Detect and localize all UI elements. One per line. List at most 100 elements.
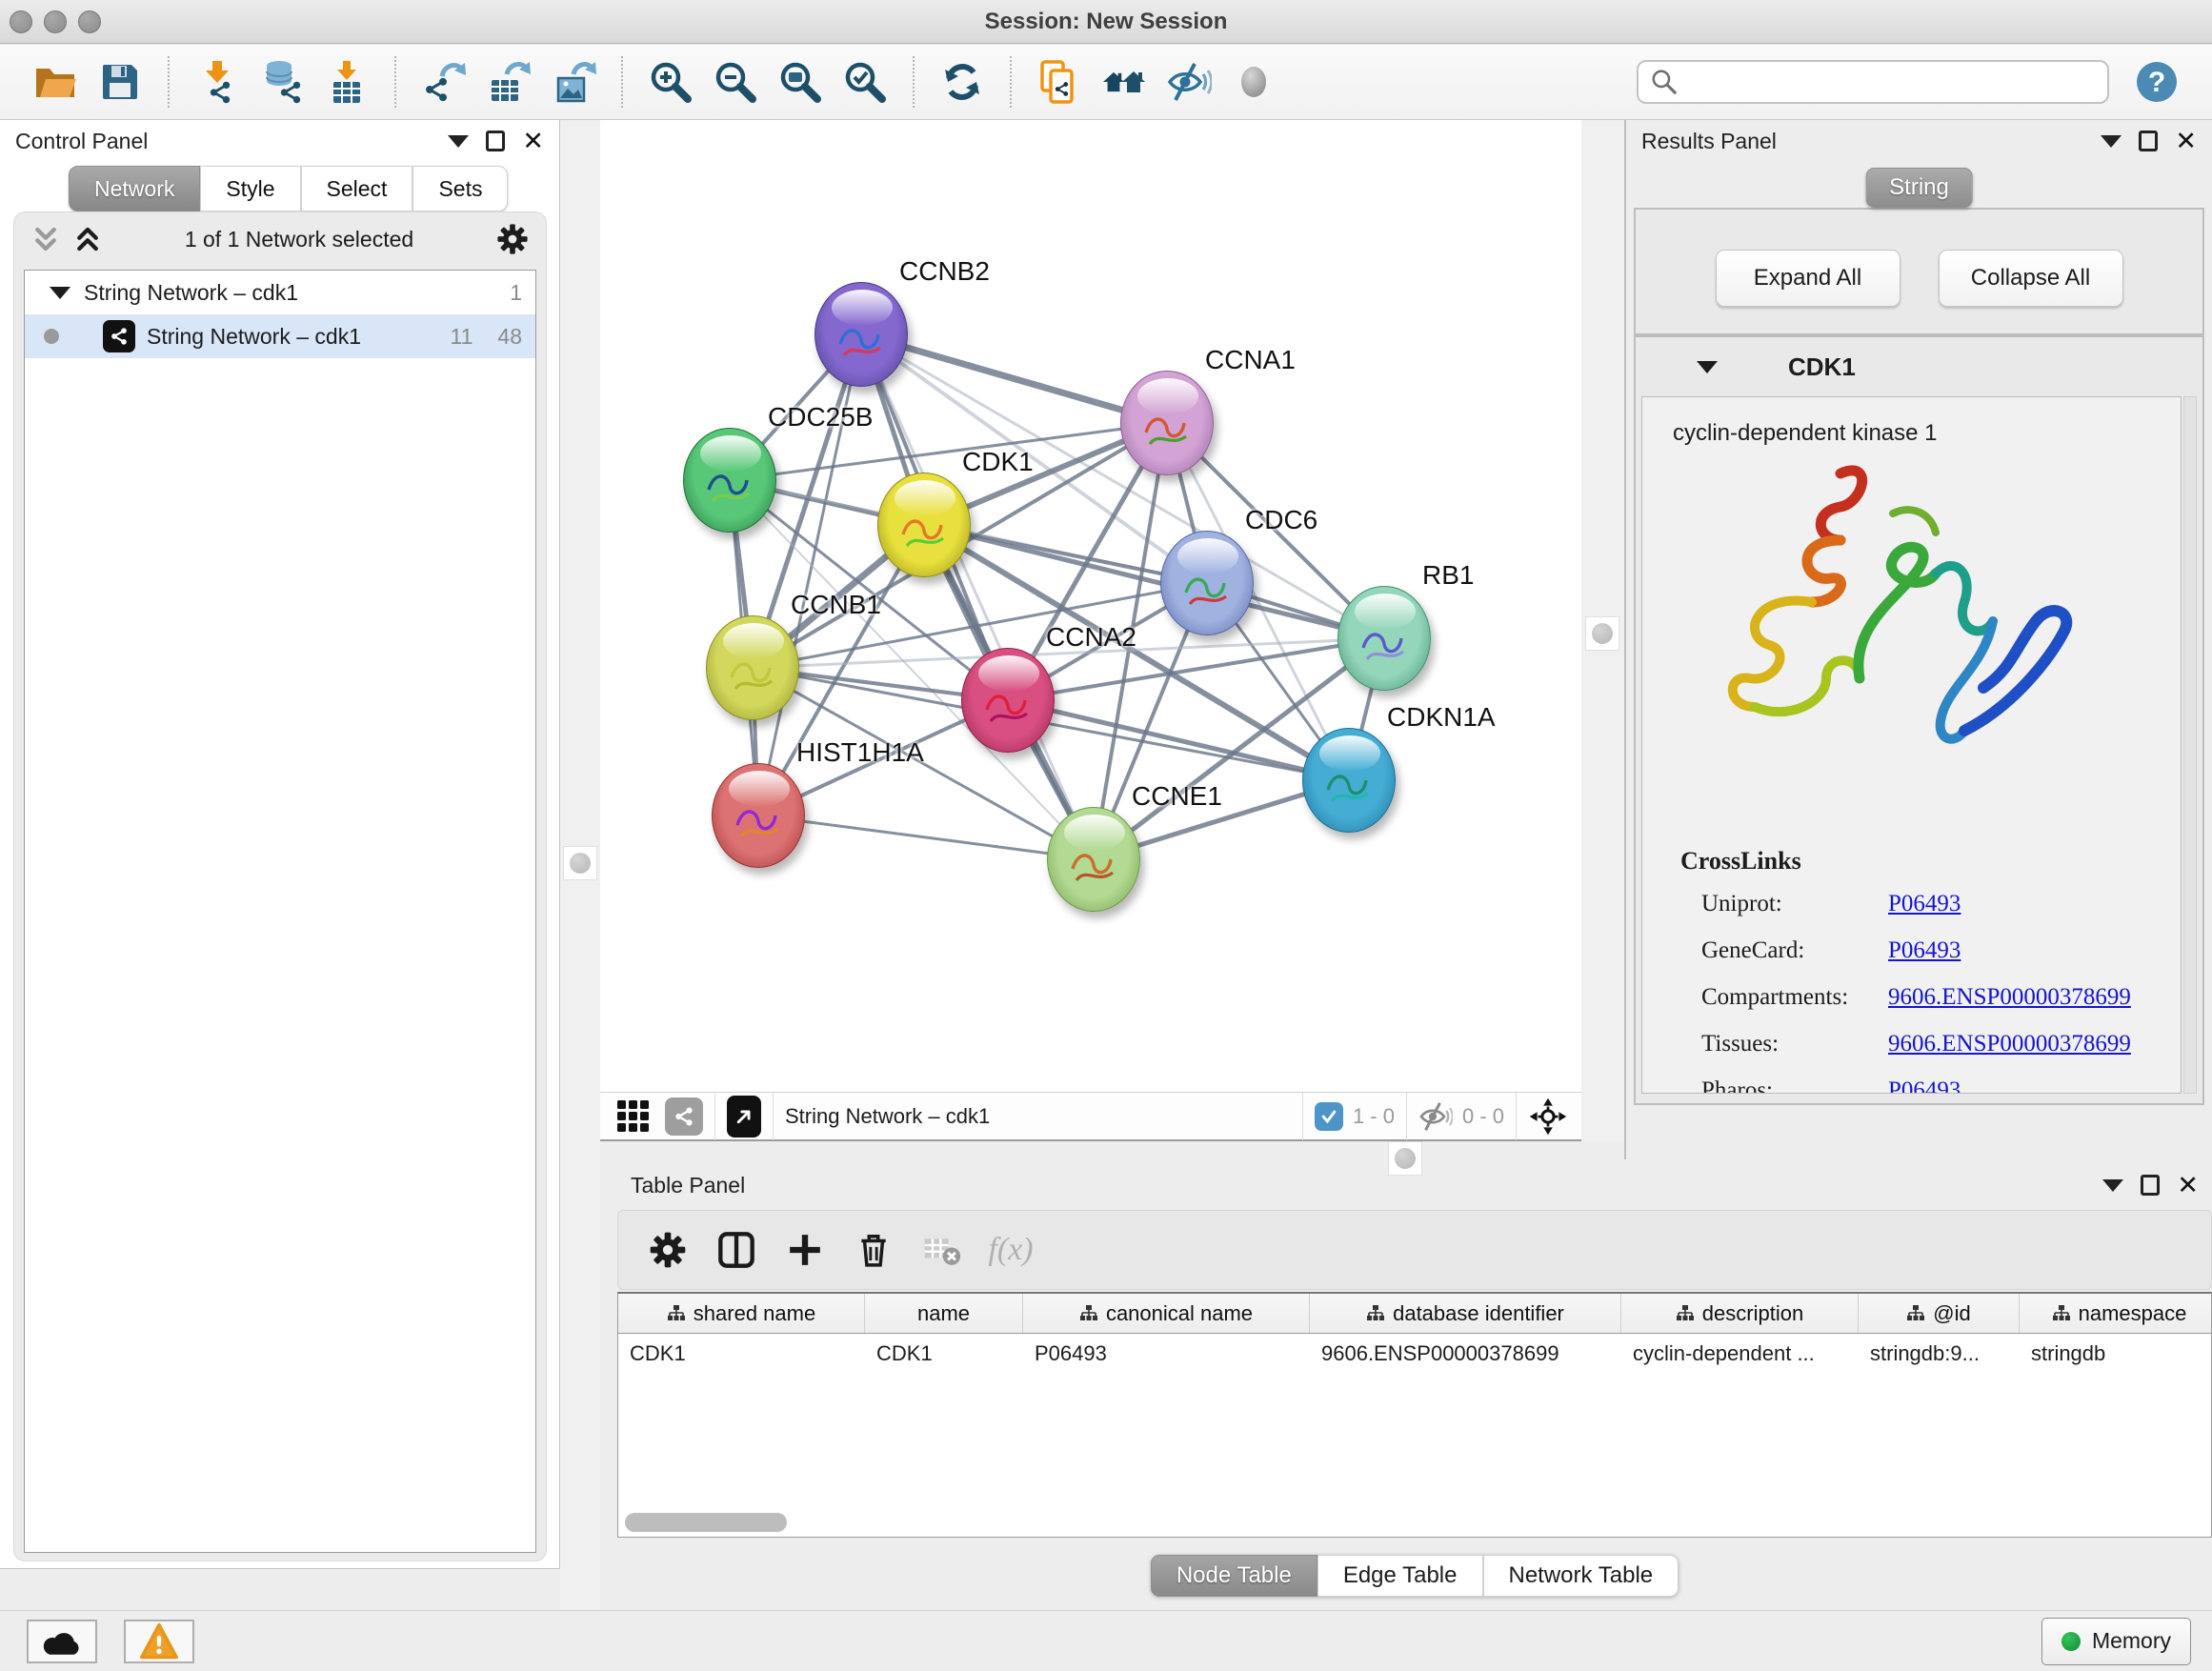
zoom-out-icon[interactable] <box>711 57 760 107</box>
column-header-canonical-name[interactable]: canonical name <box>1023 1294 1310 1333</box>
crosslink-link[interactable]: P06493 <box>1888 937 1961 964</box>
import-table-icon[interactable] <box>322 57 372 107</box>
panel-close-icon[interactable]: ✕ <box>522 129 544 154</box>
expand-all-button[interactable]: Expand All <box>1716 250 1900 307</box>
search-box[interactable] <box>1637 60 2109 104</box>
copy-pages-icon[interactable] <box>1035 57 1084 107</box>
selected-checkbox[interactable] <box>1315 1102 1343 1131</box>
zoom-selected-icon[interactable] <box>840 57 890 107</box>
column-tree-icon <box>1906 1304 1925 1323</box>
panel-float-icon[interactable] <box>486 131 505 151</box>
tab-edge-table[interactable]: Edge Table <box>1317 1555 1483 1597</box>
network-collection-row[interactable]: String Network – cdk1 1 <box>25 271 535 314</box>
help-icon[interactable]: ? <box>2132 57 2182 107</box>
table-row[interactable]: CDK1CDK1P064939606.ENSP00000378699cyclin… <box>618 1334 2211 1374</box>
results-scrollbar[interactable] <box>2183 396 2197 1094</box>
hide-eye-icon[interactable] <box>1164 57 1214 107</box>
network-node-RB1[interactable] <box>1337 586 1431 691</box>
tab-network[interactable]: Network <box>69 166 200 211</box>
network-row-selected[interactable]: String Network – cdk1 11 48 <box>25 314 535 358</box>
network-options-gear-icon[interactable] <box>496 223 529 255</box>
tab-string[interactable]: String <box>1865 168 1973 208</box>
network-canvas[interactable]: CCNB2CCNA1CDC25BCDK1CDC6RB1CCNB1CCNA2CDK… <box>600 120 1581 1092</box>
export-network-icon[interactable] <box>419 57 469 107</box>
hidden-node-edge-counts: 0 - 0 <box>1462 1104 1504 1129</box>
table-tabs: Node TableEdge TableNetwork Table <box>617 1555 2212 1597</box>
delete-column-icon[interactable] <box>847 1223 900 1277</box>
crosslink-link[interactable]: 9606.ENSP00000378699 <box>1888 1031 2131 1057</box>
crosslink-link[interactable]: 9606.ENSP00000378699 <box>1888 984 2131 1011</box>
crosslink-link[interactable]: P06493 <box>1888 1077 1961 1094</box>
control-panel: Control Panel ✕ NetworkStyleSelectSets 1… <box>0 120 560 1569</box>
results-controls-box: Expand All Collapse All <box>1634 208 2204 335</box>
panel-minimize-icon[interactable] <box>2101 135 2122 148</box>
cloud-icon[interactable] <box>27 1620 97 1663</box>
expand-all-networks-icon[interactable] <box>73 225 102 253</box>
panel-minimize-icon[interactable] <box>2102 1179 2123 1192</box>
crosslink-link[interactable]: P06493 <box>1888 891 1961 917</box>
panel-float-icon[interactable] <box>2141 1175 2160 1196</box>
export-image-icon[interactable] <box>549 57 598 107</box>
panel-minimize-icon[interactable] <box>448 135 469 148</box>
panel-close-icon[interactable]: ✕ <box>2177 1173 2199 1198</box>
title-bar: Session: New Session <box>0 0 2212 44</box>
collection-expand-icon[interactable] <box>50 287 70 299</box>
add-column-icon[interactable] <box>778 1223 832 1277</box>
panel-close-icon[interactable]: ✕ <box>2175 129 2197 154</box>
network-node-CCNB1[interactable] <box>706 615 799 720</box>
collapse-all-button[interactable]: Collapse All <box>1939 250 2123 307</box>
column-tree-icon <box>1676 1304 1695 1323</box>
panel-float-icon[interactable] <box>2139 131 2158 151</box>
tab-select[interactable]: Select <box>301 166 413 211</box>
fit-content-crosshair-icon[interactable] <box>1528 1097 1568 1137</box>
entry-header[interactable]: CDK1 <box>1636 337 2202 396</box>
zoom-fit-icon[interactable] <box>775 57 825 107</box>
show-columns-icon[interactable] <box>710 1223 763 1277</box>
double-house-icon[interactable] <box>1099 57 1149 107</box>
network-node-HIST1H1A[interactable] <box>712 763 805 868</box>
column-header-namespace[interactable]: namespace <box>2020 1294 2212 1333</box>
node-label-CCNE1: CCNE1 <box>1132 781 1222 812</box>
export-table-icon[interactable] <box>484 57 533 107</box>
column-header-database-identifier[interactable]: database identifier <box>1310 1294 1621 1333</box>
memory-button[interactable]: Memory <box>2041 1618 2191 1665</box>
search-input[interactable] <box>1688 64 2096 100</box>
tab-style[interactable]: Style <box>200 166 300 211</box>
network-node-CCNA2[interactable] <box>961 648 1055 753</box>
refresh-icon[interactable] <box>937 57 987 107</box>
collapse-all-networks-icon[interactable] <box>31 225 60 253</box>
zoom-in-icon[interactable] <box>646 57 695 107</box>
tab-network-table[interactable]: Network Table <box>1483 1555 1679 1597</box>
network-node-CCNA1[interactable] <box>1120 371 1214 475</box>
tab-node-table[interactable]: Node Table <box>1151 1555 1317 1597</box>
right-splitter[interactable] <box>1581 120 1624 1141</box>
network-node-CDC25B[interactable] <box>683 428 776 533</box>
network-node-CDC6[interactable] <box>1160 531 1254 635</box>
network-node-CCNE1[interactable] <box>1047 807 1140 912</box>
network-share-icon[interactable] <box>665 1097 703 1136</box>
column-header-shared-name[interactable]: shared name <box>618 1294 865 1333</box>
column-header-description[interactable]: description <box>1621 1294 1859 1333</box>
grid-view-icon[interactable] <box>615 1098 652 1135</box>
main-toolbar: ? <box>0 45 2212 120</box>
warning-icon[interactable] <box>124 1620 194 1663</box>
column-header-name[interactable]: name <box>865 1294 1023 1333</box>
sphere-icon[interactable] <box>1229 57 1278 107</box>
network-node-CCNB2[interactable] <box>814 282 908 387</box>
network-node-CDK1[interactable] <box>877 473 971 577</box>
svg-text:?: ? <box>2148 67 2165 98</box>
column-header--id[interactable]: @id <box>1859 1294 2020 1333</box>
hidden-eye-slash-icon[interactable] <box>1418 1099 1453 1134</box>
table-horizontal-scrollbar[interactable] <box>625 1513 787 1532</box>
tab-sets[interactable]: Sets <box>412 166 508 211</box>
open-in-window-icon[interactable] <box>727 1096 761 1137</box>
table-options-gear-icon[interactable] <box>641 1223 694 1277</box>
import-network-database-icon[interactable] <box>257 57 307 107</box>
open-session-icon[interactable] <box>30 57 80 107</box>
import-network-file-icon[interactable] <box>192 57 242 107</box>
left-splitter[interactable] <box>560 120 600 1610</box>
save-session-icon[interactable] <box>95 57 145 107</box>
entry-collapse-icon[interactable] <box>1697 361 1718 373</box>
network-node-CDKN1A[interactable] <box>1302 728 1396 833</box>
toolbar-separator <box>394 56 396 108</box>
